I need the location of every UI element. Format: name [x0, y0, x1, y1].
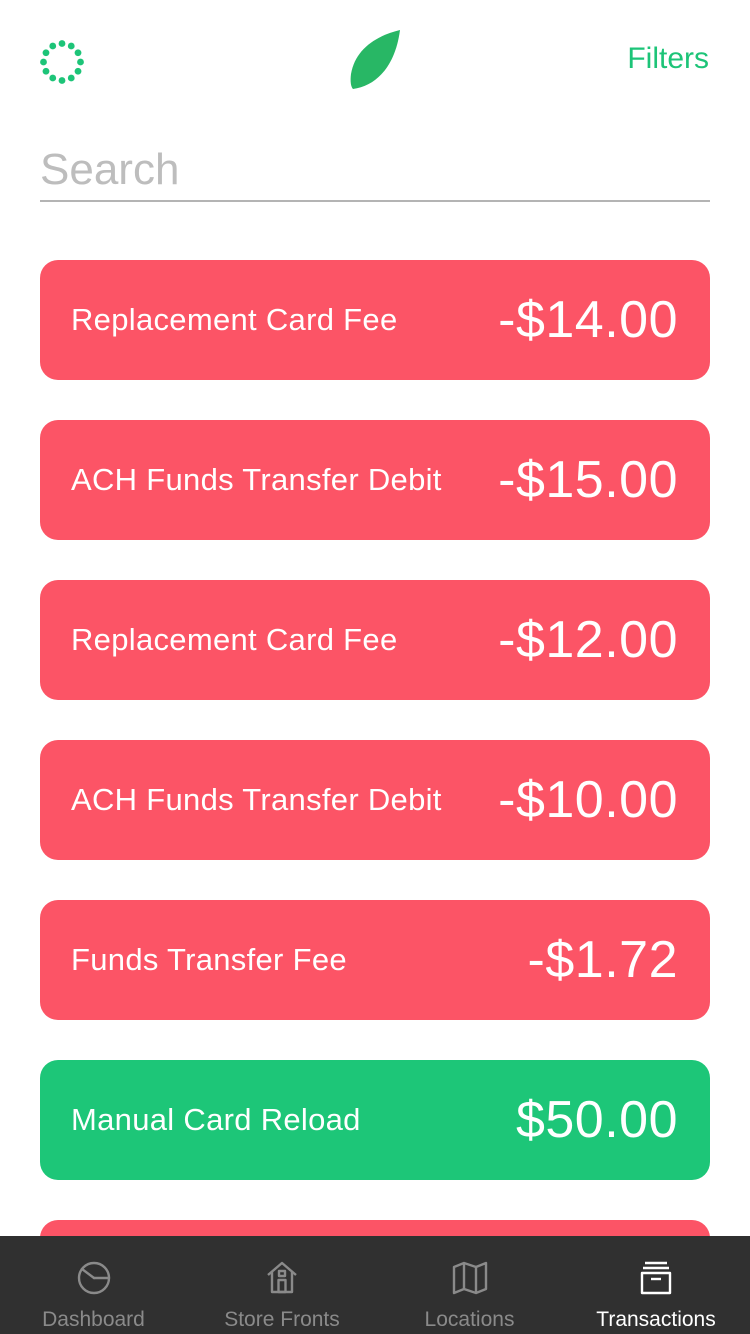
tab-transactions[interactable]: Transactions — [562, 1236, 750, 1334]
search-input[interactable] — [40, 140, 710, 200]
tab-label: Store Fronts — [224, 1308, 340, 1331]
transaction-name: Manual Card Reload — [71, 1102, 361, 1137]
search-bar — [40, 140, 710, 202]
tab-locations[interactable]: Locations — [377, 1236, 562, 1334]
archive-box-icon — [640, 1261, 672, 1295]
transaction-amount: $50.00 — [515, 1091, 678, 1149]
loading-spinner-icon[interactable] — [40, 40, 84, 84]
transaction-name: Replacement Card Fee — [71, 622, 398, 657]
transaction-name: ACH Funds Transfer Debit — [71, 462, 442, 497]
transactions-screen: Filters Replacement Card Fee -$14.00 ACH… — [0, 0, 750, 1334]
transaction-row[interactable]: Manual Card Reload $50.00 — [40, 1060, 710, 1180]
tab-label: Transactions — [596, 1308, 716, 1331]
transaction-amount: -$12.00 — [498, 611, 678, 669]
transaction-amount: -$1.72 — [527, 931, 678, 989]
pie-chart-icon — [77, 1261, 110, 1295]
transaction-amount: -$15.00 — [498, 451, 678, 509]
tab-bar: Dashboard Store Fronts Locations Transac… — [0, 1236, 750, 1334]
tab-label: Locations — [424, 1308, 515, 1331]
transaction-row[interactable]: Replacement Card Fee -$12.00 — [40, 580, 710, 700]
transaction-row[interactable]: Replacement Card Fee -$14.00 — [40, 260, 710, 380]
top-bar: Filters — [0, 0, 750, 120]
tab-label: Dashboard — [42, 1308, 145, 1331]
transaction-name: Funds Transfer Fee — [71, 942, 347, 977]
storefront-icon — [267, 1261, 297, 1294]
map-icon — [452, 1261, 487, 1295]
transaction-name: ACH Funds Transfer Debit — [71, 782, 442, 817]
transaction-row[interactable]: ACH Funds Transfer Debit -$15.00 — [40, 420, 710, 540]
filters-button[interactable]: Filters — [627, 42, 709, 76]
transaction-list: Replacement Card Fee -$14.00 ACH Funds T… — [40, 260, 710, 1236]
transaction-row[interactable] — [40, 1220, 710, 1236]
transaction-amount: -$14.00 — [498, 291, 678, 349]
transaction-row[interactable]: Funds Transfer Fee -$1.72 — [40, 900, 710, 1020]
transaction-name: Replacement Card Fee — [71, 302, 398, 337]
leaf-logo-icon — [350, 30, 400, 89]
tab-dashboard[interactable]: Dashboard — [0, 1236, 187, 1334]
transaction-amount: -$10.00 — [498, 771, 678, 829]
tab-store-fronts[interactable]: Store Fronts — [187, 1236, 377, 1334]
transaction-row[interactable]: ACH Funds Transfer Debit -$10.00 — [40, 740, 710, 860]
